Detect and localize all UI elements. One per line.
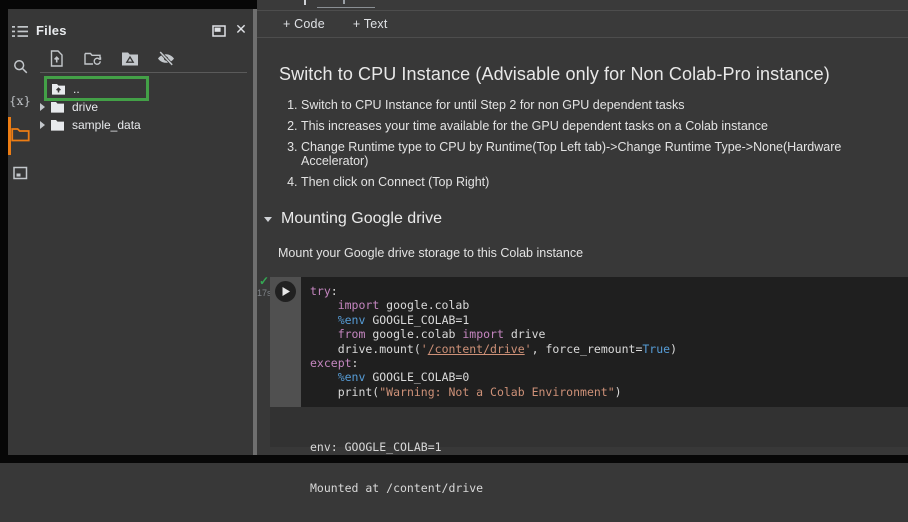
sidebar-item-find-replace[interactable] xyxy=(8,54,32,78)
upload-file-icon xyxy=(49,49,64,67)
add-text-button[interactable]: + Text xyxy=(347,13,394,35)
tree-item-drive[interactable]: drive xyxy=(32,99,242,115)
sidebar-item-table-of-contents[interactable] xyxy=(8,19,32,43)
sidebar-item-variables[interactable]: {x} xyxy=(8,89,32,113)
variables-icon: {x} xyxy=(8,94,32,108)
collapse-arrow-icon[interactable] xyxy=(264,216,272,222)
cut-off-menu-fragment xyxy=(257,0,908,10)
table-of-contents-icon xyxy=(12,25,28,38)
markdown-list-item: Switch to CPU Instance for until Step 2 … xyxy=(301,98,908,112)
play-icon xyxy=(280,286,291,297)
markdown-list: Switch to CPU Instance for until Step 2 … xyxy=(279,98,908,196)
code-line: %env GOOGLE_COLAB=1 xyxy=(337,312,470,327)
tree-item-label: .. xyxy=(73,82,80,96)
code-line: print("Warning: Not a Colab Environment"… xyxy=(310,384,622,399)
code-line: %env GOOGLE_COLAB=0 xyxy=(337,370,470,385)
tree-item-parent-directory[interactable]: .. xyxy=(32,81,242,97)
cell-insert-toolbar: + Code + Text xyxy=(257,10,908,38)
upload-file-button[interactable] xyxy=(46,48,66,68)
refresh-folder-button[interactable] xyxy=(83,48,103,68)
execution-success-icon: ✓ xyxy=(259,274,270,288)
sidebar-item-terminal[interactable] xyxy=(8,161,32,185)
markdown-list-item: Change Runtime type to CPU by Runtime(To… xyxy=(301,140,908,168)
sidebar-item-files[interactable] xyxy=(8,122,32,146)
notebook-area: + Code + Text Switch to CPU Instance (Ad… xyxy=(257,0,908,494)
folder-icon xyxy=(50,119,65,131)
folder-up-icon xyxy=(51,83,66,95)
tree-item-label: drive xyxy=(72,100,99,114)
search-icon xyxy=(13,59,28,74)
screen-edge-left xyxy=(0,0,8,463)
folder-icon xyxy=(10,126,30,142)
code-cell[interactable]: try: import google.colab %env GOOGLE_COL… xyxy=(270,277,908,407)
code-line: import google.colab xyxy=(337,298,470,313)
files-panel: Files ✕ .. drive sample_data xyxy=(32,9,253,455)
code-cell-output: env: GOOGLE_COLAB=1 Mounted at /content/… xyxy=(270,407,908,494)
files-panel-title: Files xyxy=(36,23,67,38)
add-code-button[interactable]: + Code xyxy=(277,13,331,35)
output-line: env: GOOGLE_COLAB=1 xyxy=(310,440,442,454)
code-line: drive.mount('/content/drive', force_remo… xyxy=(310,341,678,356)
output-line: Mounted at /content/drive xyxy=(310,480,484,495)
markdown-list-item: This increases your time available for t… xyxy=(301,119,908,133)
section-subtitle: Mount your Google drive storage to this … xyxy=(278,246,584,260)
expand-arrow-icon[interactable] xyxy=(40,121,45,129)
section-header-mounting-google-drive[interactable]: Mounting Google drive xyxy=(264,210,442,228)
mount-drive-icon xyxy=(121,51,139,66)
tree-item-sample-data[interactable]: sample_data xyxy=(32,117,242,133)
close-files-panel-button[interactable]: ✕ xyxy=(232,19,250,39)
code-lines[interactable]: try: import google.colab %env GOOGLE_COL… xyxy=(301,277,677,407)
open-in-new-window-button[interactable] xyxy=(210,22,228,38)
code-line: from google.colab import drive xyxy=(337,327,546,342)
expand-arrow-icon[interactable] xyxy=(40,103,45,111)
left-icon-rail: {x} xyxy=(8,9,32,455)
close-icon: ✕ xyxy=(235,20,247,37)
markdown-heading: Switch to CPU Instance (Advisable only f… xyxy=(279,64,830,84)
run-cell-button[interactable] xyxy=(275,281,296,302)
folder-icon xyxy=(50,101,65,113)
mount-drive-button[interactable] xyxy=(120,48,140,68)
screen-edge-top xyxy=(0,0,257,9)
section-title: Mounting Google drive xyxy=(281,210,442,227)
refresh-folder-icon xyxy=(84,51,102,66)
markdown-list-item: Then click on Connect (Top Right) xyxy=(301,175,908,189)
code-cell-gutter xyxy=(270,277,301,407)
eye-off-icon xyxy=(157,50,175,66)
code-line: except: xyxy=(310,356,359,371)
toggle-hidden-files-button[interactable] xyxy=(156,48,176,68)
open-in-new-window-icon xyxy=(212,24,226,37)
files-toolbar-divider xyxy=(40,72,247,73)
code-line: try: xyxy=(310,284,338,298)
terminal-icon xyxy=(12,166,28,180)
tree-item-label: sample_data xyxy=(72,118,141,132)
